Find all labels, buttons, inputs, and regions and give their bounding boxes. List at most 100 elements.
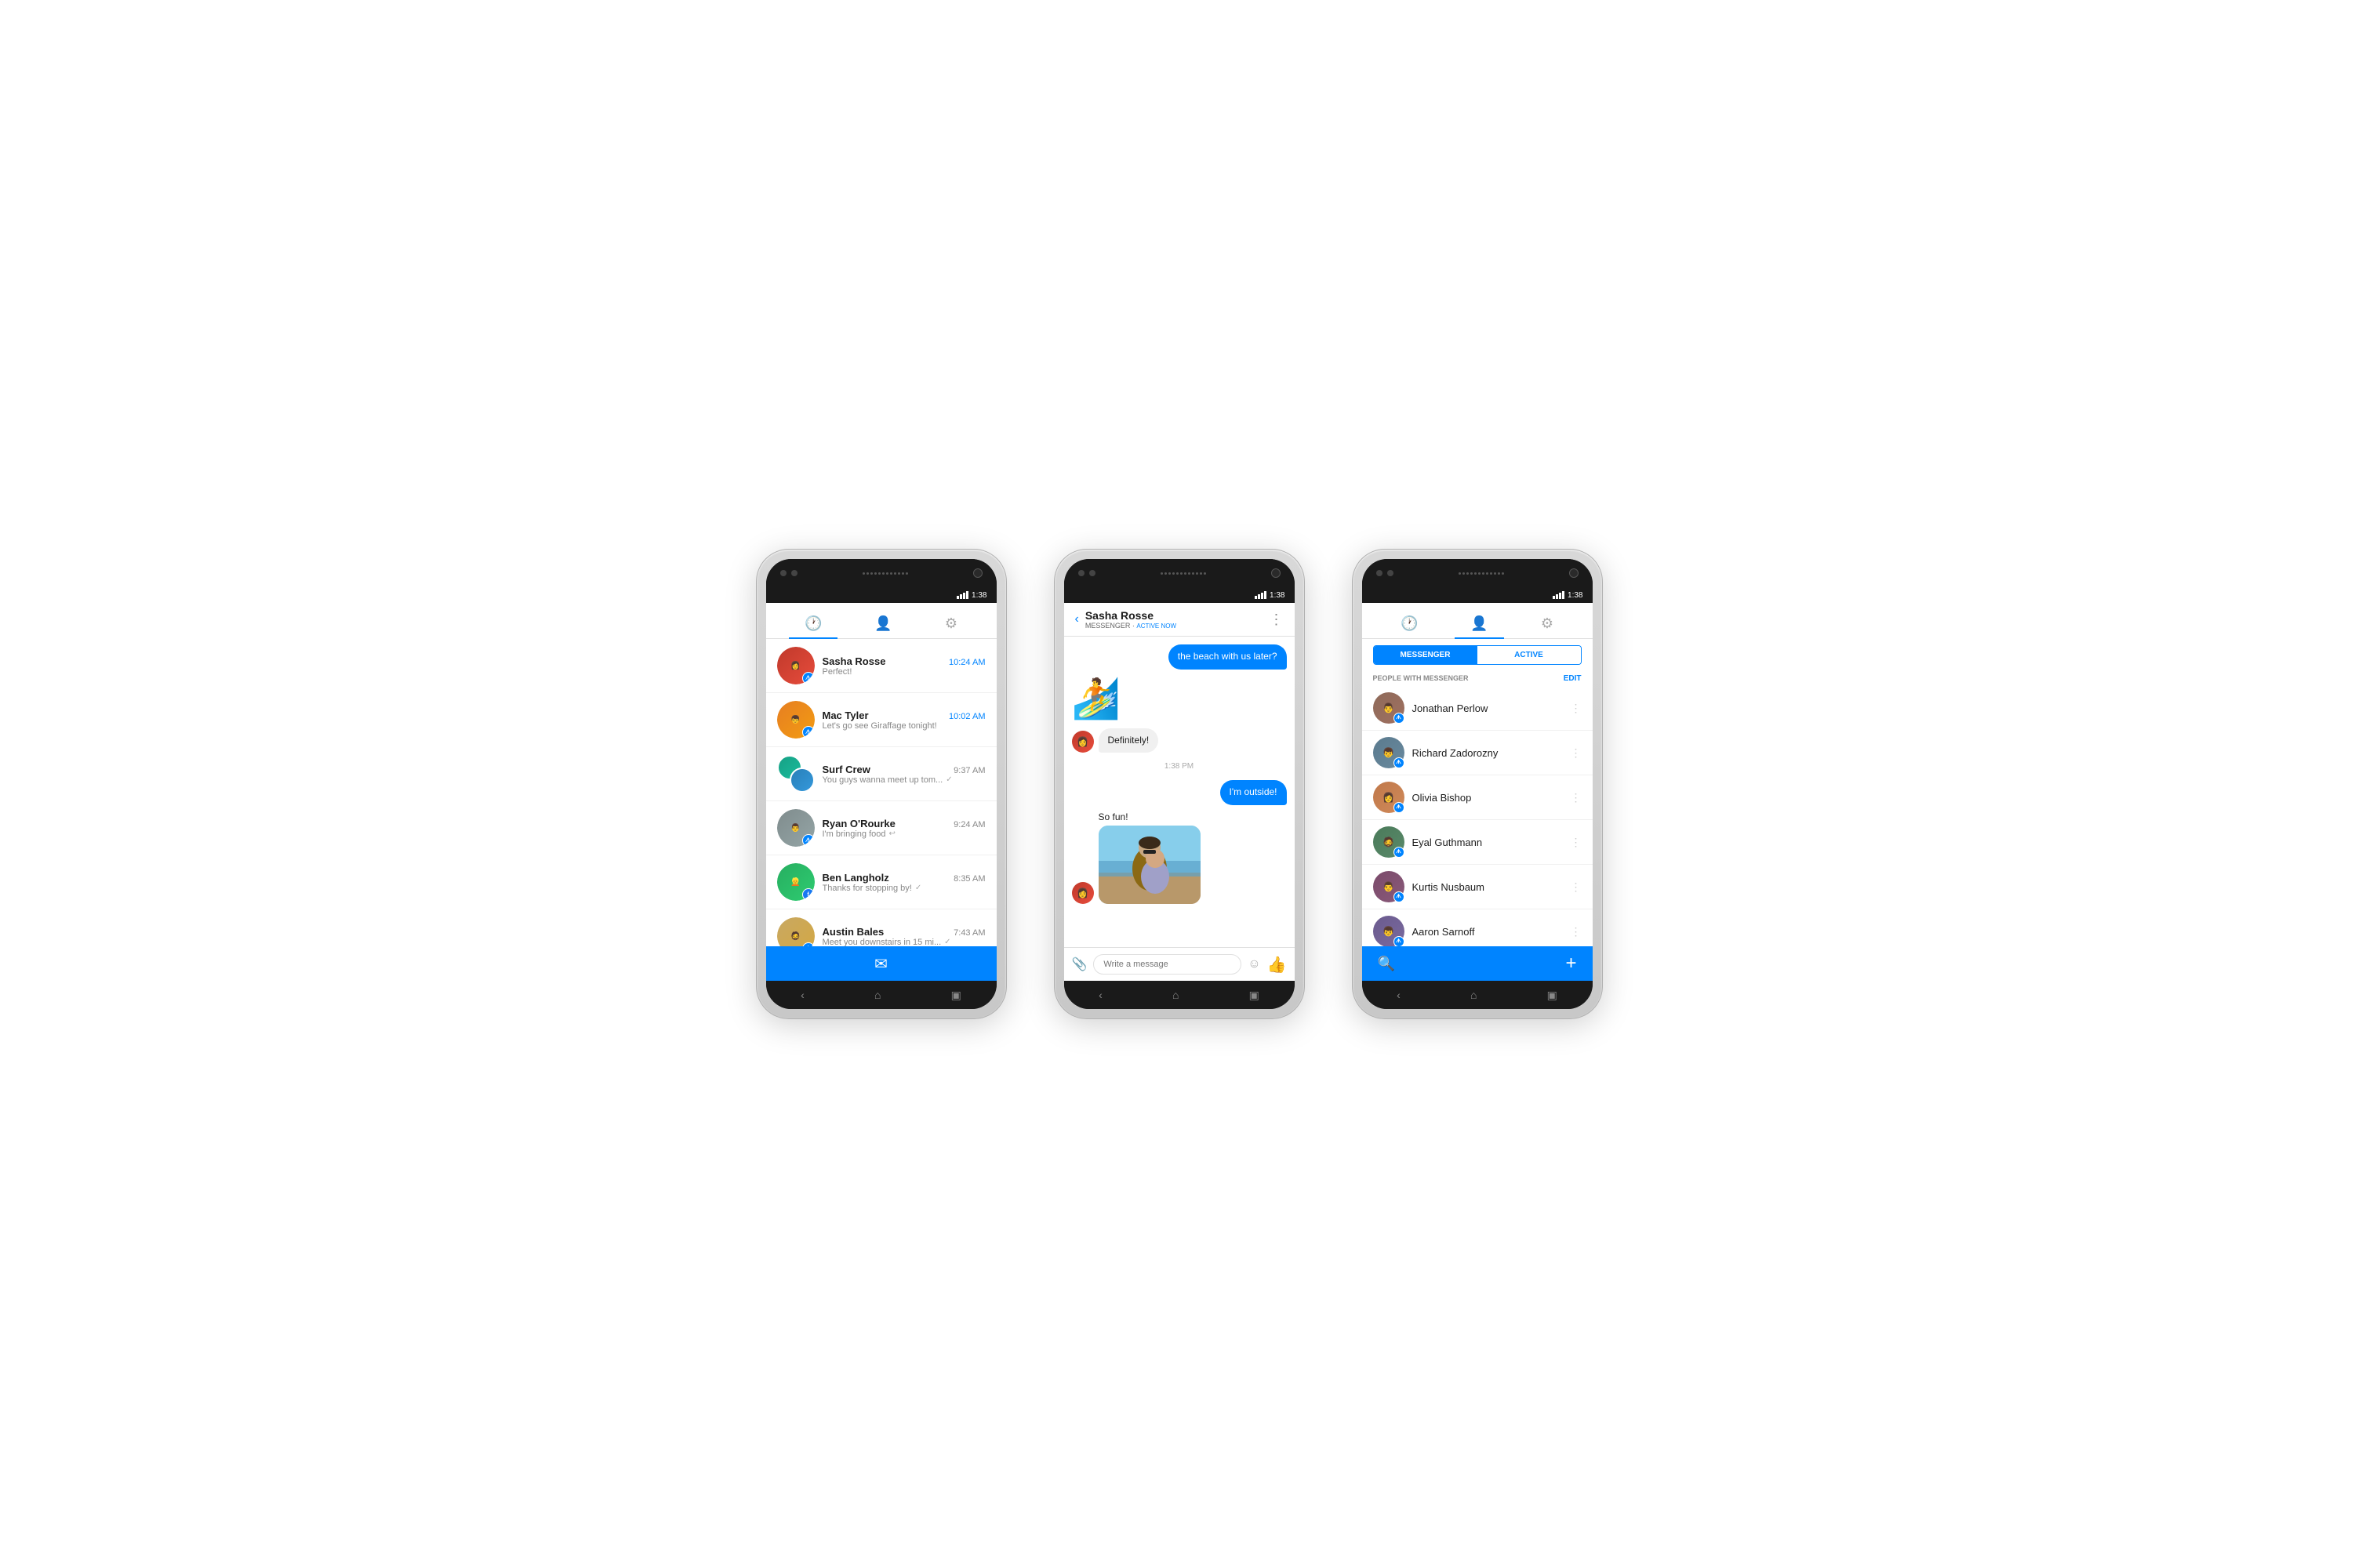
more-eyal[interactable]: ⋮	[1571, 836, 1582, 849]
badge-olivia: ᗑ	[1393, 802, 1404, 813]
message-input[interactable]	[1093, 954, 1241, 975]
back-btn-2[interactable]: ‹	[1099, 989, 1103, 1001]
dot-6	[1387, 570, 1393, 576]
home-btn-2[interactable]: ⌂	[1172, 989, 1179, 1001]
conv-preview-austin: Meet you downstairs in 15 mi... ✓	[823, 938, 986, 947]
back-button[interactable]: ‹	[1075, 612, 1079, 626]
chat-contact-info: Sasha Rosse MESSENGER · ACTIVE NOW	[1085, 609, 1176, 630]
section-label: PEOPLE WITH MESSENGER	[1373, 674, 1469, 683]
messenger-badge-ryan: ᗑ	[802, 834, 815, 847]
person-aaron[interactable]: 👦 ᗑ Aaron Sarnoff ⋮	[1362, 909, 1593, 946]
avatar-olivia: 👩 ᗑ	[1373, 782, 1404, 813]
avatar-kurtis: 👨 ᗑ	[1373, 871, 1404, 902]
conversation-list: 👩 ᗑ Sasha Rosse 10:24 AM Perfect!	[766, 639, 997, 946]
conv-ben[interactable]: 👱 f Ben Langholz 8:35 AM Thanks for stop…	[766, 855, 997, 909]
search-icon[interactable]: 🔍	[1378, 956, 1395, 972]
conv-name-mac: Mac Tyler	[823, 710, 869, 721]
menu-btn-1[interactable]: ▣	[951, 989, 961, 1002]
avatar-eyal: 🧔 ᗑ	[1373, 826, 1404, 858]
conv-time-ben: 8:35 AM	[954, 874, 985, 884]
avatar-aaron: 👦 ᗑ	[1373, 916, 1404, 946]
back-btn-3[interactable]: ‹	[1397, 989, 1401, 1001]
conv-ryan[interactable]: 👨 ᗑ Ryan O'Rourke 9:24 AM I'm bringing f…	[766, 801, 997, 855]
bottom-tab-bar-1[interactable]: ✉	[766, 946, 997, 981]
add-icon[interactable]: +	[1565, 953, 1576, 975]
chat-avatar-2: 👩	[1072, 882, 1094, 904]
conv-name-austin: Austin Bales	[823, 926, 885, 938]
conv-name-ryan: Ryan O'Rourke	[823, 818, 896, 829]
people-bottom-bar: 🔍 +	[1362, 946, 1593, 981]
badge-eyal: ᗑ	[1393, 847, 1404, 858]
person-jonathan[interactable]: 👨 ᗑ Jonathan Perlow ⋮	[1362, 686, 1593, 731]
menu-btn-3[interactable]: ▣	[1547, 989, 1557, 1002]
name-jonathan: Jonathan Perlow	[1412, 702, 1571, 714]
toggle-messenger[interactable]: MESSENGER	[1374, 646, 1477, 664]
more-olivia[interactable]: ⋮	[1571, 791, 1582, 804]
tab-people[interactable]: 👤	[859, 609, 907, 638]
dot-4	[1089, 570, 1095, 576]
sticker: 🏄	[1072, 676, 1121, 722]
avatar-surf-crew	[777, 755, 815, 793]
conv-austin[interactable]: 🧔 ᗑ Austin Bales 7:43 AM Meet you downst…	[766, 909, 997, 946]
phone-2-top-bar	[1064, 559, 1295, 587]
tab-settings[interactable]: ⚙	[929, 609, 973, 638]
person-olivia[interactable]: 👩 ᗑ Olivia Bishop ⋮	[1362, 775, 1593, 820]
badge-richard: ᗑ	[1393, 757, 1404, 768]
chat-photo	[1099, 826, 1201, 904]
chat-input-bar: 📎 ☺ 👍	[1064, 947, 1295, 981]
conv-sasha-rosse[interactable]: 👩 ᗑ Sasha Rosse 10:24 AM Perfect!	[766, 639, 997, 693]
dot-2	[791, 570, 798, 576]
conv-surf-crew[interactable]: Surf Crew 9:37 AM You guys wanna meet up…	[766, 747, 997, 801]
status-bar-2: 1:38	[1064, 587, 1295, 603]
more-jonathan[interactable]: ⋮	[1571, 702, 1582, 715]
status-time-1: 1:38	[972, 591, 986, 600]
conv-time-mac: 10:02 AM	[949, 712, 985, 721]
chat-messages: the beach with us later? 🏄 👩 Definitely!	[1064, 637, 1295, 947]
phone-3: 1:38 🕐 👤 ⚙ MESSENGER ACTIVE	[1352, 549, 1603, 1019]
status-bar-3: 1:38	[1362, 587, 1593, 603]
avatar-ben: 👱 f	[777, 863, 815, 901]
tab-people-3[interactable]: 👤	[1455, 609, 1503, 638]
conv-preview-ben: Thanks for stopping by! ✓	[823, 884, 986, 893]
tab-recent-3[interactable]: 🕐	[1385, 609, 1433, 638]
status-time-2: 1:38	[1270, 591, 1284, 600]
back-btn-1[interactable]: ‹	[801, 989, 805, 1001]
toggle-active[interactable]: ACTIVE	[1477, 646, 1581, 664]
chat-avatar: 👩	[1072, 731, 1094, 753]
person-eyal[interactable]: 🧔 ᗑ Eyal Guthmann ⋮	[1362, 820, 1593, 865]
conv-info-ben: Ben Langholz 8:35 AM Thanks for stopping…	[823, 872, 986, 893]
edit-button[interactable]: EDIT	[1564, 674, 1582, 683]
msg-in-1-wrapper: 👩 Definitely!	[1072, 728, 1287, 753]
tab-recent[interactable]: 🕐	[789, 609, 837, 638]
tab-settings-3[interactable]: ⚙	[1525, 609, 1569, 638]
more-options-button[interactable]: ⋮	[1270, 612, 1284, 628]
menu-btn-2[interactable]: ▣	[1249, 989, 1259, 1002]
people-header: 🕐 👤 ⚙	[1362, 603, 1593, 639]
home-btn-1[interactable]: ⌂	[874, 989, 881, 1001]
compose-icon: ✉	[874, 954, 888, 974]
badge-jonathan: ᗑ	[1393, 713, 1404, 724]
conv-mac-tyler[interactable]: 👦 ᗑ Mac Tyler 10:02 AM Let's go see Gira…	[766, 693, 997, 747]
messenger-header: 🕐 👤 ⚙	[766, 603, 997, 639]
attach-icon[interactable]: 📎	[1072, 956, 1088, 972]
like-icon[interactable]: 👍	[1267, 955, 1287, 975]
more-kurtis[interactable]: ⋮	[1571, 880, 1582, 894]
phones-container: 1:38 🕐 👤 ⚙	[756, 549, 1603, 1019]
avatar-austin: 🧔 ᗑ	[777, 917, 815, 946]
home-btn-3[interactable]: ⌂	[1470, 989, 1477, 1001]
speaker-grille	[863, 572, 908, 575]
more-aaron[interactable]: ⋮	[1571, 925, 1582, 938]
emoji-icon[interactable]: ☺	[1248, 957, 1260, 971]
phone-3-screen: 🕐 👤 ⚙ MESSENGER ACTIVE PEOPLE WITH MESSE…	[1362, 603, 1593, 981]
speaker-grille-3	[1459, 572, 1504, 575]
dot-5	[1376, 570, 1382, 576]
phone-2: 1:38 ‹ Sasha Rosse MESSENGER · ACTIVE NO…	[1054, 549, 1305, 1019]
status-time-3: 1:38	[1568, 591, 1582, 600]
timestamp-1: 1:38 PM	[1072, 759, 1287, 774]
person-richard[interactable]: 👦 ᗑ Richard Zadorozny ⋮	[1362, 731, 1593, 775]
messenger-tabs: 🕐 👤 ⚙	[779, 609, 984, 638]
phone-3-bottom-nav: ‹ ⌂ ▣	[1362, 981, 1593, 1009]
name-olivia: Olivia Bishop	[1412, 792, 1571, 804]
more-richard[interactable]: ⋮	[1571, 746, 1582, 760]
person-kurtis[interactable]: 👨 ᗑ Kurtis Nusbaum ⋮	[1362, 865, 1593, 909]
